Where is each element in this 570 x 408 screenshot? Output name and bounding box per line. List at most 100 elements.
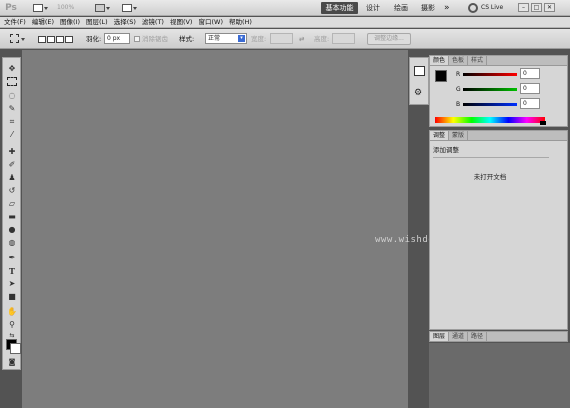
arrange-icon — [95, 4, 105, 12]
chevron-down-icon[interactable] — [21, 38, 25, 41]
green-slider-track[interactable] — [463, 88, 517, 91]
blue-slider-track[interactable] — [463, 103, 517, 106]
height-input[interactable] — [332, 33, 355, 44]
tab-styles[interactable]: 样式 — [468, 56, 488, 65]
workspace-essentials-button[interactable]: 基本功能 — [321, 2, 358, 14]
eyedropper-tool-icon[interactable]: ⁄ — [6, 129, 18, 141]
blue-value-input[interactable]: 0 — [520, 98, 540, 109]
path-selection-tool-icon[interactable]: ➤ — [6, 278, 18, 290]
menu-image[interactable]: 图像(I) — [60, 17, 80, 27]
workspace-photography-button[interactable]: 摄影 — [418, 2, 438, 14]
dodge-tool-icon[interactable]: ◍ — [6, 237, 18, 249]
subtract-from-selection-icon[interactable] — [56, 36, 64, 43]
move-tool-icon[interactable]: ✥ — [6, 63, 18, 75]
more-workspaces-icon[interactable]: » — [444, 2, 450, 14]
cslive-icon[interactable] — [468, 3, 478, 13]
green-channel-label: G — [456, 86, 461, 93]
blue-channel-label: B — [456, 101, 461, 108]
properties-panel-icon[interactable]: ⚙ — [414, 88, 422, 98]
marquee-tool-preset-icon[interactable] — [10, 34, 19, 43]
tab-swatches[interactable]: 色板 — [449, 56, 469, 65]
history-brush-icon[interactable]: ↺ — [6, 185, 18, 197]
menu-edit[interactable]: 编辑(E) — [32, 17, 54, 27]
arrange-documents-button[interactable] — [95, 3, 110, 13]
menu-layer[interactable]: 图层(L) — [86, 17, 108, 27]
refine-edge-button[interactable]: 调整边缘... — [367, 33, 411, 45]
document-canvas-area[interactable] — [22, 50, 408, 408]
intersect-selection-icon[interactable] — [65, 36, 73, 43]
adjustments-panel-tabs: 调整 蒙版 — [430, 131, 567, 141]
height-label: 高度: — [314, 35, 330, 43]
black-swatch[interactable] — [540, 121, 546, 125]
screen-mode-button[interactable] — [122, 3, 137, 13]
background-color-swatch[interactable] — [10, 343, 21, 354]
menu-file[interactable]: 文件(F) — [4, 17, 26, 27]
add-adjustment-heading: 添加调整 — [433, 146, 459, 154]
launch-bridge-button[interactable] — [33, 3, 48, 13]
color-spectrum-bar[interactable] — [435, 117, 545, 123]
brush-tool-icon[interactable]: ✐ — [6, 159, 18, 171]
red-value-input[interactable]: 0 — [520, 68, 540, 79]
bridge-icon — [33, 4, 43, 12]
photoshop-logo: Ps — [5, 3, 17, 13]
rectangular-marquee-tool-icon[interactable] — [7, 77, 17, 86]
antialias-checkbox[interactable] — [134, 36, 140, 42]
eraser-tool-icon[interactable]: ▱ — [6, 198, 18, 210]
new-selection-icon[interactable] — [38, 36, 46, 43]
close-button[interactable]: ✕ — [544, 3, 555, 12]
workspace-design-button[interactable]: 设计 — [363, 2, 383, 14]
feather-input[interactable]: 0 px — [104, 33, 130, 44]
menu-filter[interactable]: 滤镜(T) — [142, 17, 164, 27]
menu-bar: 文件(F) 编辑(E) 图像(I) 图层(L) 选择(S) 滤镜(T) 视图(V… — [0, 17, 570, 28]
cslive-label[interactable]: CS Live — [481, 3, 503, 13]
style-label: 样式: — [179, 35, 195, 43]
pen-tool-icon[interactable]: ✒ — [6, 252, 18, 264]
tab-layers[interactable]: 图层 — [430, 332, 450, 341]
style-select[interactable]: 正常 ▾ — [205, 33, 247, 44]
swap-dimensions-icon[interactable]: ⇄ — [299, 35, 304, 43]
menu-select[interactable]: 选择(S) — [114, 17, 136, 27]
zoom-level-dropdown[interactable]: 100% — [57, 4, 74, 11]
red-slider-track[interactable] — [463, 73, 517, 76]
chevron-down-icon — [133, 6, 137, 10]
screen-mode-icon — [122, 4, 132, 12]
red-channel-label: R — [456, 71, 461, 78]
menu-view[interactable]: 视图(V) — [170, 17, 193, 27]
panel-dock-background — [429, 343, 570, 408]
chevron-down-icon — [44, 6, 48, 10]
green-value-input[interactable]: 0 — [520, 83, 540, 94]
menu-window[interactable]: 窗口(W) — [198, 17, 223, 27]
type-tool-icon[interactable]: T — [6, 265, 18, 277]
gradient-tool-icon[interactable]: ▬ — [6, 211, 18, 223]
menu-help[interactable]: 帮助(H) — [229, 17, 252, 27]
divider — [433, 157, 549, 158]
toolbox: ✥ ◌ ✎ ⌗ ⁄ ✚ ✐ ♟ ↺ ▱ ▬ ● ◍ ✒ T ➤ ■ ✋ ⚲ ⇆ … — [2, 57, 21, 370]
foreground-color-box[interactable] — [435, 70, 447, 82]
application-bar: Ps 100% 基本功能 设计 绘画 摄影 » CS Live – □ ✕ — [0, 0, 570, 16]
width-label: 宽度: — [251, 35, 267, 43]
hand-tool-icon[interactable]: ✋ — [6, 306, 18, 318]
workspace-painting-button[interactable]: 绘画 — [391, 2, 411, 14]
tab-masks[interactable]: 蒙版 — [449, 131, 469, 140]
tab-color[interactable]: 颜色 — [430, 56, 450, 65]
add-to-selection-icon[interactable] — [47, 36, 55, 43]
width-input[interactable] — [270, 33, 293, 44]
blur-tool-icon[interactable]: ● — [6, 224, 18, 236]
crop-tool-icon[interactable]: ⌗ — [6, 116, 18, 128]
layers-panel-tabs: 图层 通道 路径 — [430, 332, 567, 342]
history-panel-icon[interactable] — [414, 66, 425, 76]
chevron-down-icon: ▾ — [238, 35, 245, 42]
quick-mask-icon[interactable]: ◙ — [6, 356, 18, 368]
tab-channels[interactable]: 通道 — [449, 332, 469, 341]
antialias-label: 消除锯齿 — [142, 35, 168, 43]
maximize-button[interactable]: □ — [531, 3, 542, 12]
minimize-button[interactable]: – — [518, 3, 529, 12]
tab-paths[interactable]: 路径 — [468, 332, 488, 341]
clone-stamp-tool-icon[interactable]: ♟ — [6, 172, 18, 184]
lasso-tool-icon[interactable]: ◌ — [6, 90, 18, 102]
tab-adjustments[interactable]: 调整 — [430, 131, 450, 140]
quick-selection-tool-icon[interactable]: ✎ — [6, 103, 18, 115]
spot-healing-brush-icon[interactable]: ✚ — [6, 146, 18, 158]
rectangle-shape-tool-icon[interactable]: ■ — [6, 291, 18, 303]
style-value: 正常 — [208, 35, 221, 42]
